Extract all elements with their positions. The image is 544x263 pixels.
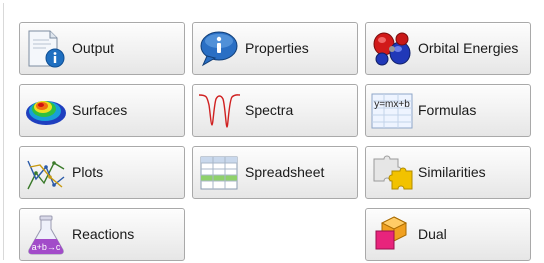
surfaces-label: Surfaces — [72, 102, 128, 118]
spectra-label: Spectra — [245, 102, 294, 118]
similarities-label: Similarities — [418, 164, 486, 180]
spreadsheet-icon — [197, 153, 241, 193]
line-plot-icon — [24, 153, 68, 193]
puzzle-pieces-icon — [370, 153, 414, 193]
output-document-info-icon — [24, 29, 68, 69]
orbital-energies-button[interactable]: Orbital Energies — [365, 22, 531, 75]
spectra-button[interactable]: Spectra — [192, 84, 358, 137]
formula-icon-text: y=mx+b — [374, 99, 410, 110]
dual-label: Dual — [418, 226, 447, 242]
spectrum-curve-icon — [197, 91, 241, 131]
spreadsheet-label: Spreadsheet — [245, 164, 325, 180]
plots-button[interactable]: Plots — [19, 146, 185, 199]
surface-map-icon — [24, 91, 68, 131]
properties-button[interactable]: Properties — [192, 22, 358, 75]
reactions-label: Reactions — [72, 226, 135, 242]
dual-shapes-icon — [370, 215, 414, 255]
output-label: Output — [72, 40, 115, 56]
orbital-energies-label: Orbital Energies — [418, 40, 519, 56]
similarities-button[interactable]: Similarities — [365, 146, 531, 199]
properties-info-bubble-icon — [197, 29, 241, 69]
output-button[interactable]: Output — [19, 22, 185, 75]
surfaces-button[interactable]: Surfaces — [19, 84, 185, 137]
formula-sheet-icon: y=mx+b — [370, 91, 414, 131]
formulas-button[interactable]: y=mx+b Formulas — [365, 84, 531, 137]
dual-button[interactable]: Dual — [365, 208, 531, 261]
reaction-icon-text: a+b→c — [32, 242, 61, 252]
properties-label: Properties — [245, 40, 309, 56]
spreadsheet-button[interactable]: Spreadsheet — [192, 146, 358, 199]
reactions-button[interactable]: a+b→c Reactions — [19, 208, 185, 261]
plots-label: Plots — [72, 164, 104, 180]
orbital-lobes-icon — [370, 29, 414, 69]
reaction-flask-icon: a+b→c — [24, 215, 68, 255]
formulas-label: Formulas — [418, 102, 477, 118]
